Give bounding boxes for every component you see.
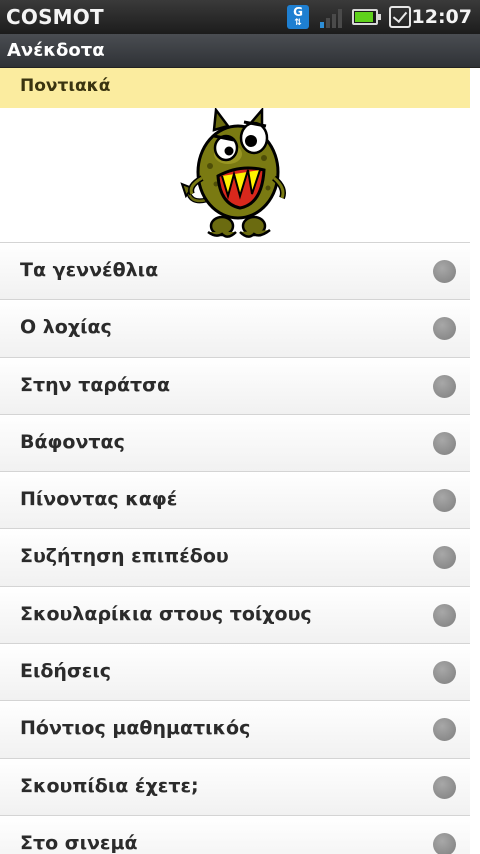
unread-dot-icon <box>433 431 456 455</box>
unread-dot-icon <box>433 603 456 627</box>
list-item[interactable]: Πίνοντας καφέ <box>0 471 470 529</box>
status-clock: 12:07 <box>411 6 472 28</box>
unread-dot-icon <box>433 775 456 799</box>
unread-dot-icon <box>433 260 456 283</box>
g-data-letter: G <box>293 5 303 19</box>
list-item[interactable]: Βάφοντας <box>0 413 470 472</box>
unread-dot-icon <box>433 546 456 570</box>
list-item[interactable]: Συζήτηση επιπέδου <box>0 528 470 586</box>
list-item[interactable]: Ο λοχίας <box>0 299 470 357</box>
list-item-title: Τα γεννέθλια <box>20 259 159 281</box>
status-bar: COSMOT G ⇅ 12:07 <box>0 0 480 34</box>
jokes-list: Τα γεννέθλια Ο λοχίας Στην ταράτσα Βάφον… <box>0 242 470 854</box>
list-item-title: Συζήτηση επιπέδου <box>20 545 229 568</box>
list-item[interactable]: Σκουλαρίκια στους τοίχους <box>0 585 470 644</box>
list-item[interactable]: Τα γεννέθλια <box>0 242 470 300</box>
app-title-bar: Ανέκδοτα <box>0 34 480 68</box>
unread-dot-icon <box>433 374 456 398</box>
task-checkbox-icon <box>389 6 411 28</box>
signal-icon <box>320 7 346 28</box>
list-item-title: Βάφοντας <box>20 430 125 453</box>
unread-dot-icon <box>433 489 456 513</box>
unread-dot-icon <box>433 832 456 854</box>
unread-dot-icon <box>433 661 456 685</box>
list-item-title: Ειδήσεις <box>20 660 112 683</box>
list-item-title: Στην ταράτσα <box>20 373 170 396</box>
list-item-title: Σκουπίδια έχετε; <box>20 774 199 797</box>
list-item[interactable]: Πόντιος μαθηματικός <box>0 700 470 758</box>
category-header: Ποντιακά <box>0 68 470 108</box>
list-item-title: Πίνοντας καφέ <box>20 488 178 511</box>
monster-mascot-image <box>180 108 286 238</box>
scrollbar-track[interactable] <box>470 68 480 854</box>
list-item-title: Σκουλαρίκια στους τοίχους <box>20 602 312 625</box>
list-item-title: Πόντιος μαθηματικός <box>20 717 251 740</box>
unread-dot-icon <box>433 718 456 742</box>
list-item[interactable]: Σκουπίδια έχετε; <box>0 757 470 815</box>
category-image-area <box>0 108 470 242</box>
g-data-icon: G ⇅ <box>287 5 309 29</box>
category-label: Ποντιακά <box>20 76 111 96</box>
battery-icon <box>352 9 381 25</box>
list-item[interactable]: Στην ταράτσα <box>0 356 470 414</box>
carrier-name: COSMOT <box>6 5 104 29</box>
list-item-title: Ο λοχίας <box>20 316 112 339</box>
unread-dot-icon <box>433 317 456 341</box>
list-item[interactable]: Ειδήσεις <box>0 643 470 701</box>
list-item[interactable]: Στο σινεμά <box>0 814 470 854</box>
app-title: Ανέκδοτα <box>7 40 105 61</box>
list-item-title: Στο σινεμά <box>20 831 138 854</box>
